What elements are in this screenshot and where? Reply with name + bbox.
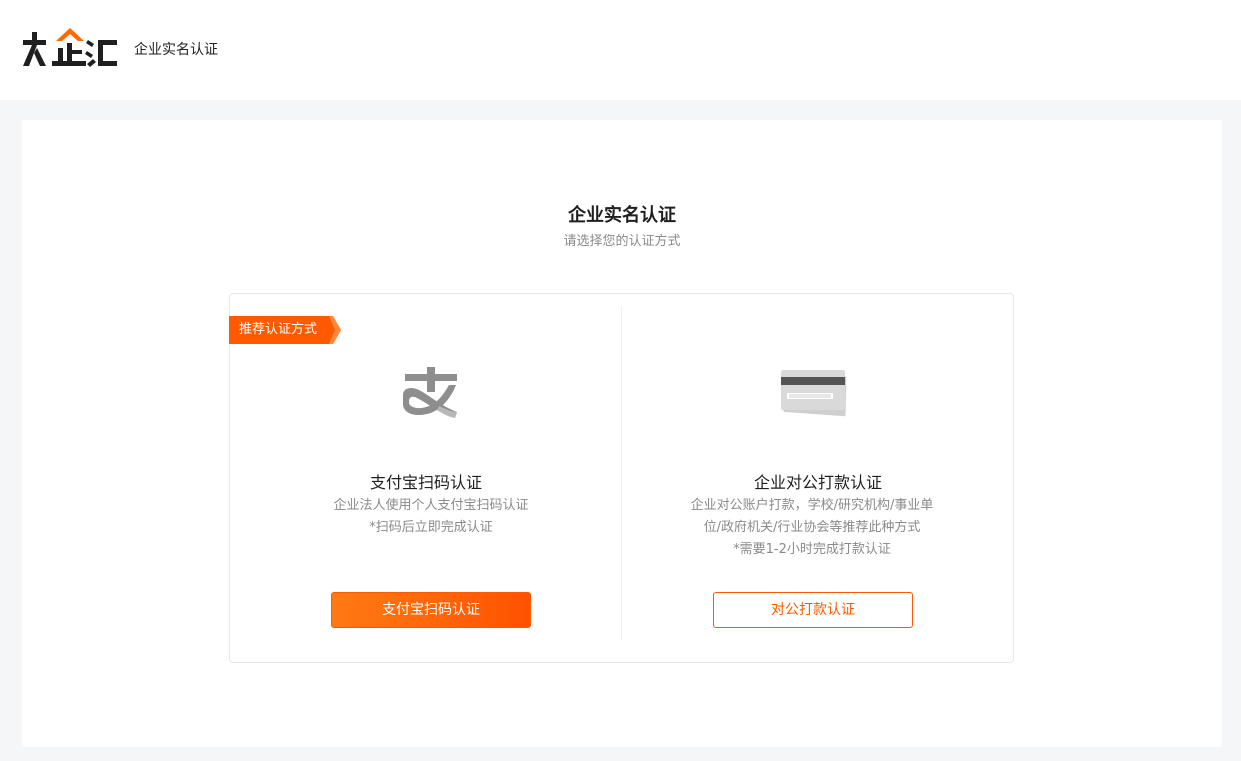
- header-title: 企业实名认证: [134, 42, 218, 58]
- bank-transfer-auth-button[interactable]: 对公打款认证: [713, 592, 913, 628]
- brand-logo[interactable]: [22, 26, 118, 68]
- alipay-option-title: 支付宝扫码认证: [369, 473, 482, 492]
- page-subtitle: 请选择您的认证方式: [563, 234, 681, 249]
- main-panel: 企业实名认证 请选择您的认证方式 推荐认证方式 支付宝扫码认证 企业法人使用个人…: [22, 120, 1222, 747]
- alipay-option: 推荐认证方式 支付宝扫码认证 企业法人使用个人支付宝扫码认证 *扫码后立即完成认…: [229, 294, 622, 662]
- desc-line: 位/政府机关/行业协会等推荐此种方式: [703, 520, 921, 535]
- badge-label: 推荐认证方式: [239, 322, 318, 337]
- desc-line: 企业法人使用个人支付宝扫码认证: [333, 498, 529, 513]
- bank-option-desc: 企业对公账户打款，学校/研究机构/事业单 位/政府机关/行业协会等推荐此种方式 …: [672, 495, 952, 561]
- page-title: 企业实名认证: [568, 205, 676, 226]
- alipay-option-desc: 企业法人使用个人支付宝扫码认证 *扫码后立即完成认证: [290, 495, 572, 539]
- recommended-badge: 推荐认证方式: [229, 316, 342, 344]
- desc-line: 企业对公账户打款，学校/研究机构/事业单: [690, 498, 934, 513]
- auth-options-card: 推荐认证方式 支付宝扫码认证 企业法人使用个人支付宝扫码认证 *扫码后立即完成认…: [229, 293, 1014, 663]
- top-header: 企业实名认证: [0, 0, 1241, 100]
- bank-card-icon: [779, 362, 849, 424]
- bank-option-title: 企业对公打款认证: [753, 473, 882, 492]
- alipay-auth-button[interactable]: 支付宝扫码认证: [331, 592, 531, 628]
- logo-mark: [23, 28, 117, 67]
- bank-transfer-option: 企业对公打款认证 企业对公账户打款，学校/研究机构/事业单 位/政府机关/行业协…: [622, 294, 1014, 662]
- desc-line: *扫码后立即完成认证: [369, 520, 493, 535]
- alipay-icon: [397, 362, 467, 424]
- desc-line: *需要1-2小时完成打款认证: [733, 542, 891, 557]
